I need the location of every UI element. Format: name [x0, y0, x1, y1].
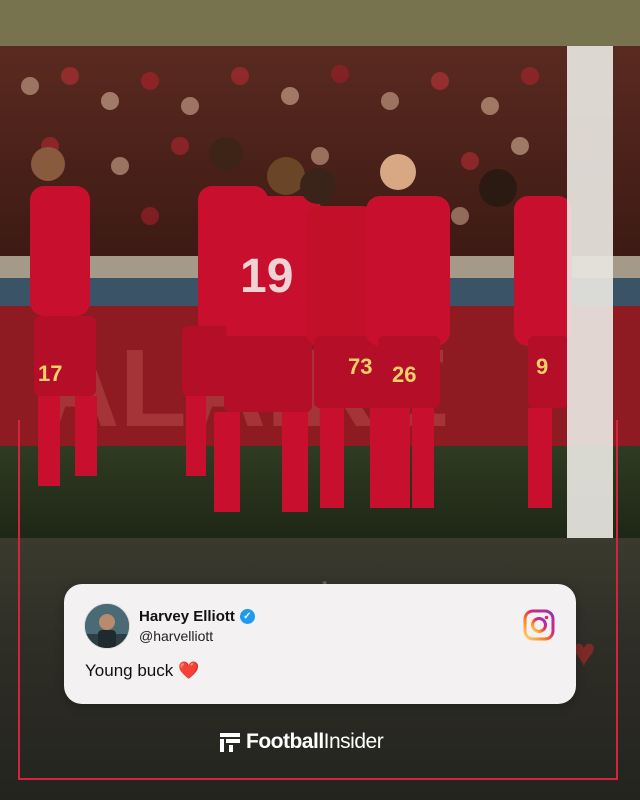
- avatar[interactable]: [84, 603, 130, 649]
- top-band: [0, 0, 640, 46]
- svg-text:9: 9: [536, 354, 548, 379]
- post-text: Young buck ❤️: [85, 661, 199, 681]
- author-name[interactable]: Harvey Elliott: [139, 608, 235, 625]
- instagram-icon[interactable]: [523, 609, 555, 641]
- post-caption: Young buck: [85, 661, 174, 680]
- author-row: Harvey Elliott ✓: [139, 608, 255, 625]
- brand-bold: Football: [246, 730, 324, 753]
- svg-text:26: 26: [392, 362, 416, 387]
- verified-badge-icon: ✓: [239, 609, 255, 624]
- social-post-card[interactable]: Harvey Elliott ✓ @harvelliott Young buck…: [64, 584, 576, 704]
- svg-text:19: 19: [240, 250, 293, 303]
- svg-text:73: 73: [348, 354, 372, 379]
- heart-emoji: ❤️: [177, 661, 200, 680]
- brand-light: Insider: [323, 730, 384, 753]
- fi-logo-icon: [220, 733, 240, 752]
- football-insider-logo: FootballInsider: [218, 730, 384, 754]
- brand-name: FootballInsider: [246, 730, 384, 754]
- author-handle[interactable]: @harvelliott: [139, 628, 213, 644]
- svg-text:17: 17: [38, 361, 62, 386]
